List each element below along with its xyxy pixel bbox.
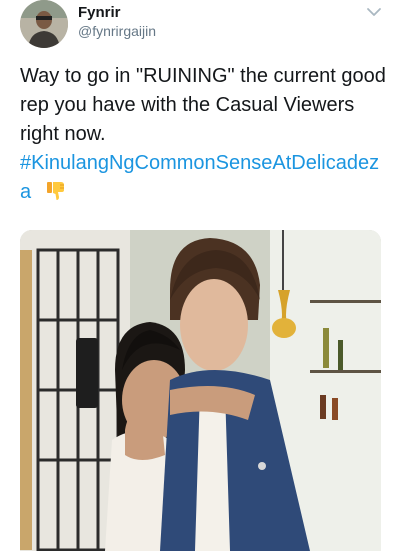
hashtag-link[interactable]: #KinulangNgCommonSenseAtDelicadez a xyxy=(20,149,386,207)
hashtag-tail: a xyxy=(20,181,32,203)
tweet-photo[interactable] xyxy=(20,230,381,551)
tweet-card: Fynrir @fynrirgaijin Way to go in "RUINI… xyxy=(0,0,400,551)
user-handle[interactable]: @fynrirgaijin xyxy=(78,23,156,39)
tweet-text-line-2: rep you have with the Casual Viewers xyxy=(20,94,355,116)
thumbs-down-icon xyxy=(46,181,64,200)
tweet-text-line-1: Way to go in "RUINING" the current good xyxy=(20,65,386,87)
display-name[interactable]: Fynrir xyxy=(78,4,121,21)
hashtag-head: #KinulangNgCommonSenseAtDelicadez xyxy=(20,152,380,174)
tweet-text: Way to go in "RUINING" the current good … xyxy=(20,62,386,207)
chevron-down-icon[interactable] xyxy=(366,6,382,18)
photo-image xyxy=(20,230,381,551)
tweet-text-line-3: right now. xyxy=(20,123,106,145)
avatar[interactable] xyxy=(20,0,68,48)
avatar-image xyxy=(20,0,68,48)
